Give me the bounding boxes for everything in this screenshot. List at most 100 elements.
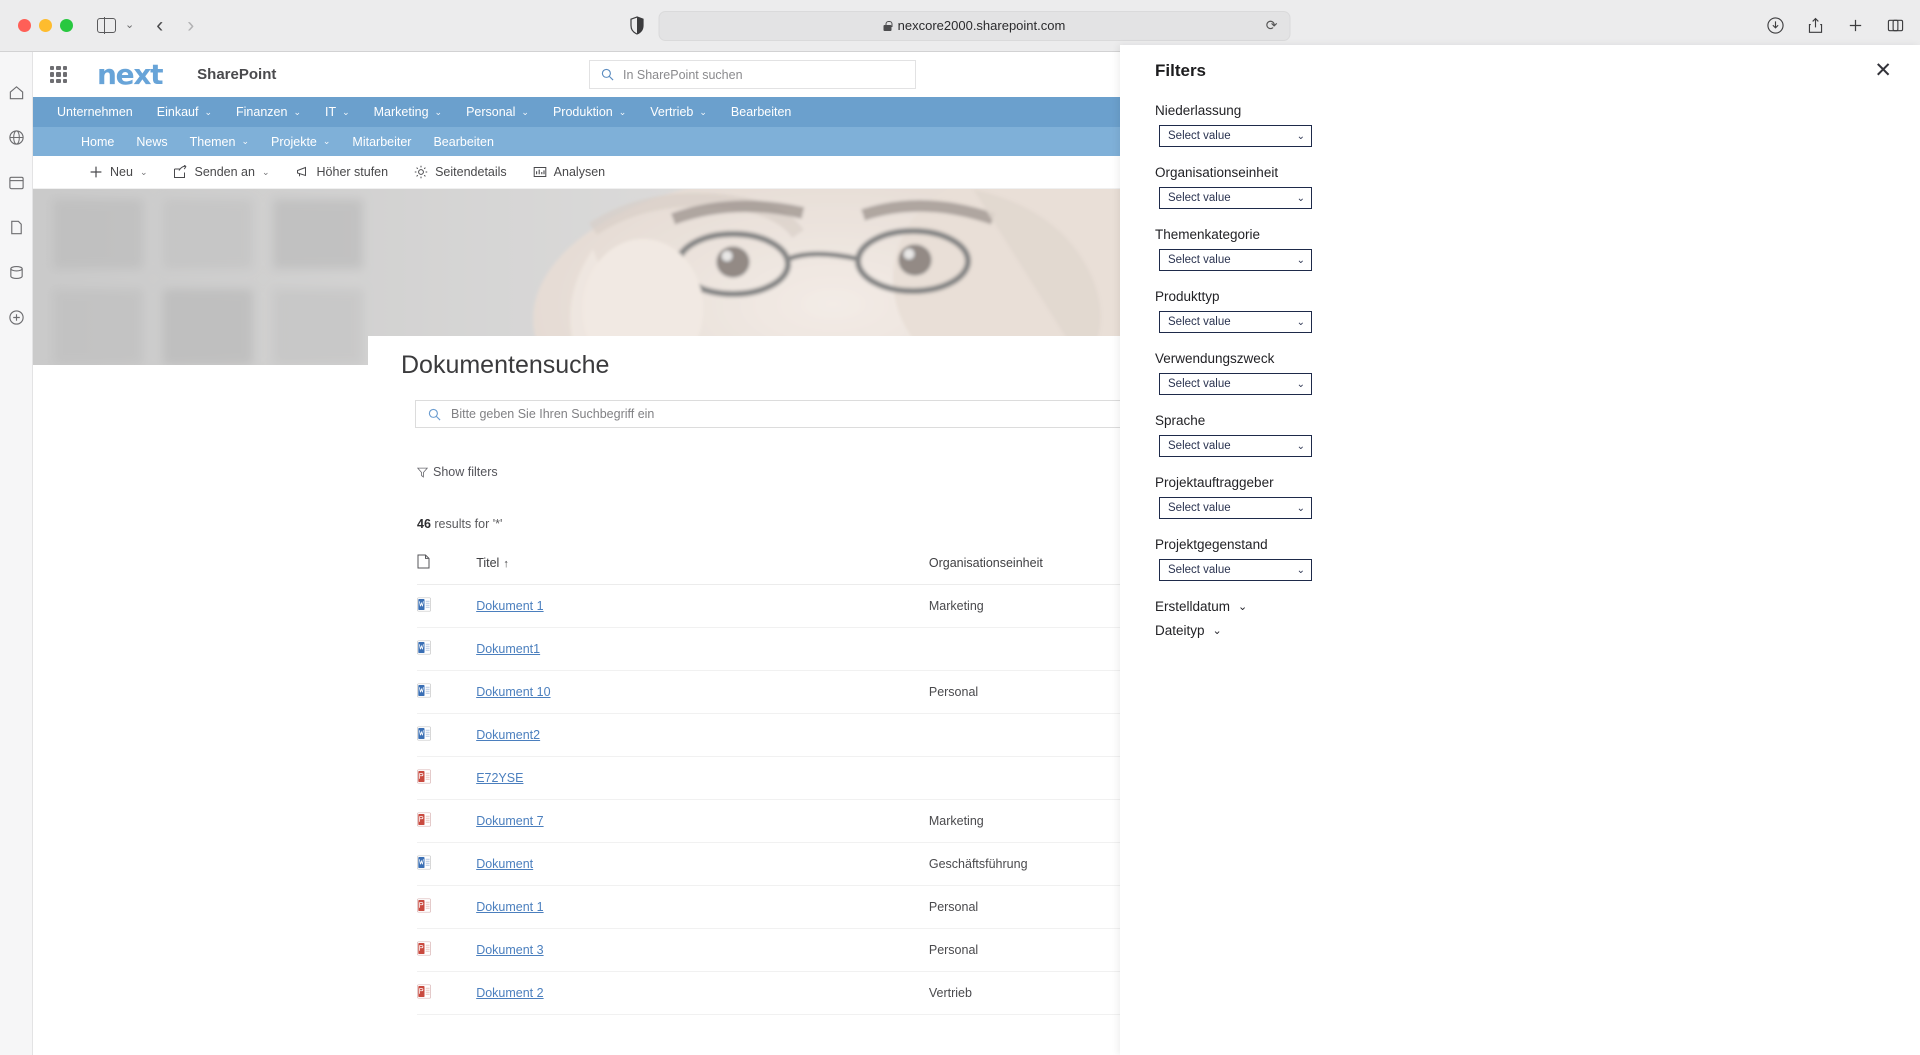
search-icon — [601, 68, 614, 81]
command-seitendetails[interactable]: Seitendetails — [414, 165, 507, 179]
pdf-document-icon — [417, 811, 431, 827]
site-nav-item-2[interactable]: Finanzen ⌄ — [236, 105, 301, 119]
row-title-cell: Dokument 2 — [476, 971, 929, 1015]
filter-select-value: Select value — [1168, 130, 1231, 142]
sort-ascending-icon: ↑ — [503, 557, 509, 570]
site-nav-item-8[interactable]: Bearbeiten — [731, 105, 791, 119]
maximize-window-button[interactable] — [60, 19, 73, 32]
home-icon[interactable] — [8, 84, 25, 101]
sub-nav-item-label: News — [136, 134, 168, 149]
window-traffic-lights — [18, 19, 73, 32]
filter-select-sprache[interactable]: Select value ⌄ — [1159, 435, 1312, 457]
filter-select-verwendungszweck[interactable]: Select value ⌄ — [1159, 373, 1312, 395]
command-höher-stufen[interactable]: Höher stufen — [296, 165, 389, 179]
forward-arrow-icon[interactable]: › — [187, 15, 194, 36]
document-link[interactable]: Dokument 7 — [476, 814, 543, 828]
command-label: Höher stufen — [316, 165, 389, 179]
chevron-down-icon: ⌄ — [293, 106, 301, 117]
document-link[interactable]: Dokument 1 — [476, 599, 543, 613]
chevron-down-icon: ⌄ — [434, 106, 443, 117]
document-link[interactable]: E72YSE — [476, 771, 523, 785]
brand-logo[interactable]: next — [97, 58, 163, 91]
reload-icon[interactable]: ⟳ — [1266, 17, 1278, 34]
filter-select-niederlassung[interactable]: Select value ⌄ — [1159, 125, 1312, 147]
pdf-document-icon — [417, 940, 431, 956]
close-icon[interactable]: ✕ — [1874, 60, 1892, 81]
row-filetype-icon-cell — [417, 584, 477, 628]
document-link[interactable]: Dokument2 — [476, 728, 540, 742]
url-input[interactable]: nexcore2000.sharepoint.com ⟳ — [658, 10, 1291, 41]
row-title-cell: Dokument 1 — [476, 885, 929, 929]
filter-select-projektauftraggeber[interactable]: Select value ⌄ — [1159, 497, 1312, 519]
shield-icon[interactable] — [630, 16, 645, 35]
filter-select-value: Select value — [1168, 502, 1231, 514]
sub-nav-item-3[interactable]: Projekte ⌄ — [271, 135, 330, 149]
sidebar-toggle-button[interactable]: ⌄ — [97, 17, 135, 34]
show-filters-button[interactable]: Show filters — [417, 465, 498, 479]
site-nav-item-label: Produktion — [552, 105, 613, 119]
command-label: Analysen — [553, 165, 606, 179]
globe-icon[interactable] — [8, 129, 25, 146]
document-link[interactable]: Dokument 10 — [476, 685, 550, 699]
app-launcher-icon[interactable] — [50, 66, 67, 83]
filter-group-projektauftraggeber: Projektauftraggeber Select value ⌄ — [1155, 475, 1920, 519]
url-text: nexcore2000.sharepoint.com — [897, 18, 1066, 33]
sidebar-toggle-icon — [97, 17, 116, 34]
chevron-down-icon: ⌄ — [1238, 601, 1248, 613]
filter-select-themenkategorie[interactable]: Select value ⌄ — [1159, 249, 1312, 271]
sub-nav-item-0[interactable]: Home — [81, 135, 114, 149]
word-document-icon — [417, 725, 431, 741]
site-nav-item-0[interactable]: Unternehmen — [57, 105, 133, 119]
sharepoint-search-input[interactable]: In SharePoint suchen — [589, 60, 916, 89]
filter-collapsed-dateityp[interactable]: Dateityp ⌄ — [1155, 623, 1920, 638]
chevron-down-icon: ⌄ — [125, 19, 135, 31]
database-icon[interactable] — [8, 264, 25, 281]
plus-icon[interactable] — [1847, 17, 1864, 34]
document-link[interactable]: Dokument 3 — [476, 943, 543, 957]
sub-nav-item-1[interactable]: News — [136, 135, 167, 149]
filter-collapsed-erstelldatum[interactable]: Erstelldatum ⌄ — [1155, 599, 1920, 614]
filter-select-organisationseinheit[interactable]: Select value ⌄ — [1159, 187, 1312, 209]
row-title-cell: Dokument1 — [476, 627, 929, 671]
site-nav-item-1[interactable]: Einkauf ⌄ — [157, 105, 212, 119]
filter-group-verwendungszweck: Verwendungszweck Select value ⌄ — [1155, 351, 1920, 395]
document-link[interactable]: Dokument1 — [476, 642, 540, 656]
back-arrow-icon[interactable]: ‹ — [156, 15, 163, 36]
column-header-title[interactable]: Titel ↑ — [476, 554, 929, 585]
filter-select-produkttyp[interactable]: Select value ⌄ — [1159, 311, 1312, 333]
site-nav-item-7[interactable]: Vertrieb ⌄ — [650, 105, 707, 119]
site-nav-item-label: Bearbeiten — [730, 105, 792, 119]
calendar-icon[interactable] — [8, 174, 25, 191]
sub-nav-item-label: Projekte — [271, 134, 317, 149]
filter-label: Erstelldatum — [1155, 599, 1231, 614]
close-window-button[interactable] — [18, 19, 31, 32]
share-icon[interactable] — [1807, 17, 1824, 34]
download-icon[interactable] — [1767, 17, 1784, 34]
filter-select-projektgegenstand[interactable]: Select value ⌄ — [1159, 559, 1312, 581]
minimize-window-button[interactable] — [39, 19, 52, 32]
filter-select-value: Select value — [1168, 254, 1231, 266]
chevron-down-icon: ⌄ — [1296, 440, 1305, 452]
command-analysen[interactable]: Analysen — [533, 165, 605, 179]
document-link[interactable]: Dokument 2 — [476, 986, 543, 1000]
site-nav-item-6[interactable]: Produktion ⌄ — [553, 105, 626, 119]
tab-overview-icon[interactable] — [1887, 17, 1904, 34]
sub-nav-item-5[interactable]: Bearbeiten — [433, 135, 493, 149]
site-nav-item-5[interactable]: Personal ⌄ — [466, 105, 529, 119]
site-nav-item-4[interactable]: Marketing ⌄ — [374, 105, 442, 119]
row-filetype-icon-cell — [417, 627, 477, 671]
sub-nav-item-2[interactable]: Themen ⌄ — [190, 135, 249, 149]
site-nav-item-3[interactable]: IT ⌄ — [325, 105, 350, 119]
filter-group-produkttyp: Produkttyp Select value ⌄ — [1155, 289, 1920, 333]
command-neu[interactable]: Neu ⌄ — [89, 165, 147, 179]
document-link[interactable]: Dokument — [476, 857, 533, 871]
show-filters-label: Show filters — [433, 465, 498, 479]
document-search-placeholder: Bitte geben Sie Ihren Suchbegriff ein — [451, 407, 655, 421]
document-link[interactable]: Dokument 1 — [476, 900, 543, 914]
add-circle-icon[interactable] — [8, 309, 25, 326]
sub-nav-item-4[interactable]: Mitarbeiter — [352, 135, 411, 149]
site-nav-item-label: IT — [324, 105, 337, 119]
command-senden-an[interactable]: Senden an ⌄ — [173, 164, 270, 179]
filter-label: Verwendungszweck — [1155, 351, 1275, 366]
document-icon[interactable] — [8, 219, 25, 236]
